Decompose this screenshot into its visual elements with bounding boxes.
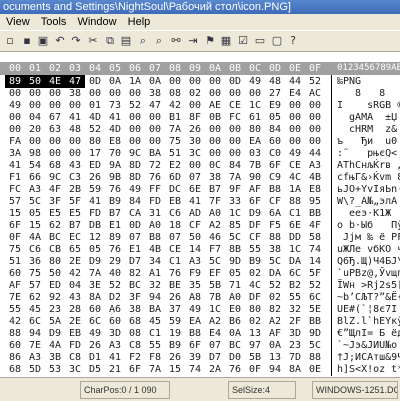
menu-view[interactable]: View — [0, 14, 34, 30]
binoculars-icon[interactable]: ⚯ — [169, 34, 183, 48]
hex-byte[interactable]: D5 — [85, 363, 105, 376]
hex-byte[interactable]: 7A — [145, 363, 165, 376]
find-icon[interactable]: ⌕ — [136, 34, 150, 48]
menu-window[interactable]: Window — [73, 14, 120, 30]
find-replace-icon[interactable]: ⌕ — [152, 34, 166, 48]
ascii-column-header: 0123456789ABCDEF — [337, 63, 400, 73]
hex-byte[interactable]: 94 — [265, 363, 285, 376]
column-offset: 06 — [128, 63, 142, 74]
status-encoding[interactable]: WINDOWS-1251.DOS — [312, 381, 398, 399]
open-file-icon[interactable]: ▪ — [20, 34, 34, 48]
menu-bar: View Tools Window Help — [0, 14, 400, 30]
hex-byte[interactable]: 2A — [205, 363, 225, 376]
column-header: 00 01 02 03 04 05 06 07 08 09 0A 0B 0C 0D 0E 0F 0123456… — [0, 62, 400, 75]
column-offset: 0C — [248, 63, 262, 74]
disk-icon[interactable]: ▭ — [253, 34, 267, 48]
status-charpos: CharPos:0 / 1 090 — [80, 381, 170, 399]
hex-byte[interactable]: 74 — [185, 363, 205, 376]
title-bar: ocuments and Settings\NightSoul\Рабочий … — [0, 0, 400, 14]
save-icon[interactable]: ▣ — [36, 34, 50, 48]
hex-byte[interactable]: 0F — [245, 363, 265, 376]
calculator-icon[interactable]: ▦ — [219, 34, 233, 48]
hex-row: 68 5D 53 3C D5 21 6F 7A 15 74 2A 76 0F 94 8A 0E h]S<Х!oz… — [0, 363, 400, 376]
window-icon[interactable]: ▢ — [270, 34, 284, 48]
goto-icon[interactable]: ⇥ — [186, 34, 200, 48]
bookmark-icon[interactable]: ⚑ — [203, 34, 217, 48]
hex-column-offsets: 00 01 02 03 04 05 06 07 08 09 0A 0B 0C 0D 0E 0F — [0, 62, 325, 75]
window-title: ocuments and Settings\NightSoul\Рабочий … — [3, 1, 291, 13]
status-bar: CharPos:0 / 1 090 SelSize:4 WINDOWS-1251… — [0, 377, 400, 401]
hex-view[interactable]: 89 50 4E 47 0D 0A 1A 0A 00 00 00 0D 49 48 44 52 ‰PNG 00 00… — [0, 75, 400, 376]
ascii-text[interactable]: h]S<Х!oz t*v ”Љ — [337, 363, 400, 376]
hex-byte[interactable]: 53 — [45, 363, 65, 376]
new-file-icon[interactable]: ▫ — [3, 34, 17, 48]
column-offset: 00 — [8, 63, 22, 74]
column-offset: 0F — [308, 63, 322, 74]
column-offset: 03 — [68, 63, 82, 74]
redo-icon[interactable]: ↷ — [69, 34, 83, 48]
cut-icon[interactable]: ✂ — [86, 34, 100, 48]
hex-byte[interactable]: 5D — [25, 363, 45, 376]
checksum-icon[interactable]: ☑ — [236, 34, 250, 48]
column-offset: 0A — [208, 63, 222, 74]
column-offset: 0B — [228, 63, 242, 74]
column-offset: 09 — [188, 63, 202, 74]
hex-byte[interactable]: 8A — [285, 363, 305, 376]
column-offset: 01 — [28, 63, 42, 74]
column-offset: 0E — [288, 63, 302, 74]
hex-byte[interactable]: 3C — [65, 363, 85, 376]
copy-icon[interactable]: ⧉ — [103, 34, 117, 48]
undo-icon[interactable]: ↶ — [53, 34, 67, 48]
paste-icon[interactable]: ▤ — [119, 34, 133, 48]
column-offset: 0D — [268, 63, 282, 74]
hex-byte[interactable]: 21 — [105, 363, 125, 376]
column-offset: 02 — [48, 63, 62, 74]
help-icon[interactable]: ? — [286, 34, 300, 48]
column-offset: 08 — [168, 63, 182, 74]
column-offset: 05 — [108, 63, 122, 74]
hex-byte[interactable]: 0E — [305, 363, 325, 376]
column-offset: 07 — [148, 63, 162, 74]
menu-help[interactable]: Help — [124, 14, 155, 30]
menu-tools[interactable]: Tools — [37, 14, 71, 30]
hex-byte[interactable]: 6F — [125, 363, 145, 376]
column-offset: 04 — [88, 63, 102, 74]
hex-editor-window: ocuments and Settings\NightSoul\Рабочий … — [0, 0, 400, 401]
hex-byte[interactable]: 68 — [5, 363, 25, 376]
hex-byte[interactable]: 15 — [165, 363, 185, 376]
status-selsize: SelSize:4 — [228, 381, 296, 399]
hex-byte[interactable]: 76 — [225, 363, 245, 376]
toolbar: ▫ ▪ ▣ ↶ ↷ ✂ ⧉ ▤ ⌕ ⌕ ⚯ ⇥ ⚑ ▦ ☑ ▭ ▢? — [0, 30, 400, 52]
